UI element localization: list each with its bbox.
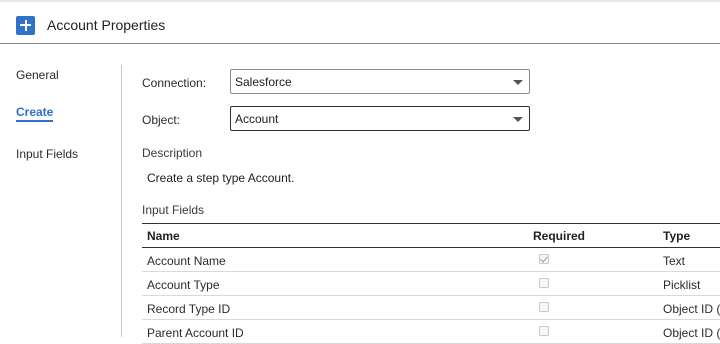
- field-type: Picklist: [663, 278, 701, 292]
- page-header: Account Properties: [16, 14, 165, 36]
- connection-select[interactable]: Salesforce: [230, 69, 530, 94]
- header-divider: [0, 43, 720, 44]
- required-checkbox: [539, 254, 549, 264]
- nav-item-create[interactable]: Create: [16, 105, 54, 122]
- description-heading: Description: [142, 146, 203, 160]
- nav-item-general[interactable]: General: [16, 68, 59, 82]
- plus-icon[interactable]: [16, 15, 35, 35]
- object-label: Object:: [142, 113, 181, 127]
- required-checkbox[interactable]: [539, 278, 549, 288]
- nav-item-input-fields[interactable]: Input Fields: [16, 147, 78, 161]
- table-row: Account Type Picklist: [142, 272, 720, 296]
- field-type: Object ID (: [663, 302, 720, 316]
- object-select[interactable]: Account: [230, 106, 530, 131]
- chevron-down-icon[interactable]: [513, 80, 523, 85]
- field-name: Parent Account ID: [147, 326, 244, 340]
- field-name: Account Name: [147, 254, 226, 268]
- table-row: Account Name Text: [142, 248, 720, 272]
- connection-label: Connection:: [142, 76, 207, 90]
- top-edge-line: [0, 0, 720, 2]
- field-type: Text: [663, 254, 686, 268]
- connection-value: Salesforce: [235, 75, 292, 89]
- object-value: Account: [235, 112, 279, 126]
- field-name: Record Type ID: [147, 302, 231, 316]
- field-type: Object ID (: [663, 326, 720, 340]
- table-top-border: [142, 223, 720, 224]
- field-name: Account Type: [147, 278, 220, 292]
- description-text: Create a step type Account.: [147, 171, 295, 185]
- table-row: Record Type ID Object ID (: [142, 296, 720, 320]
- table-row: Parent Account ID Object ID (: [142, 320, 720, 344]
- required-checkbox[interactable]: [539, 302, 549, 312]
- column-header-type[interactable]: Type: [663, 229, 690, 243]
- page-title: Account Properties: [47, 17, 166, 33]
- input-fields-heading: Input Fields: [142, 203, 205, 217]
- required-checkbox[interactable]: [539, 326, 549, 336]
- column-header-name[interactable]: Name: [147, 229, 180, 243]
- column-header-required[interactable]: Required: [533, 229, 585, 243]
- chevron-down-icon[interactable]: [513, 117, 523, 122]
- nav-divider: [121, 65, 122, 337]
